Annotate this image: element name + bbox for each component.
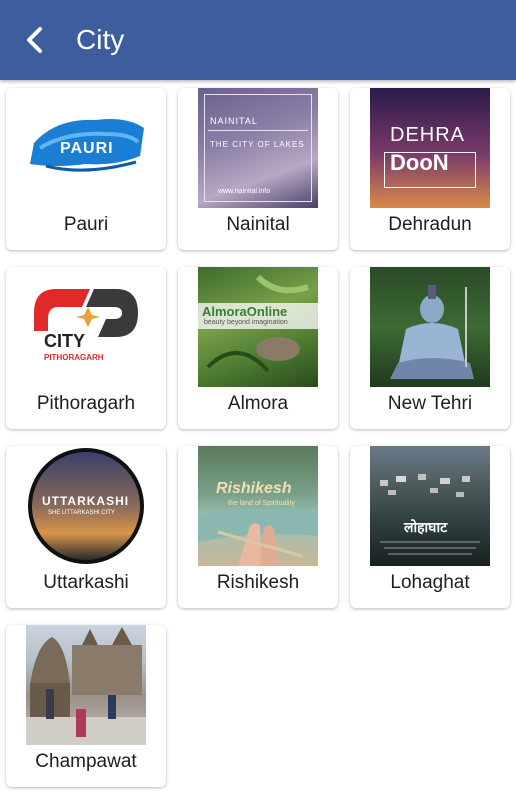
- thumb-caption: NAINITAL: [210, 116, 258, 126]
- back-button[interactable]: [18, 22, 54, 58]
- city-thumbnail: [370, 267, 490, 387]
- city-card-uttarkashi[interactable]: UTTARKASHI SHE UTTARKASHI CITY Uttarkash…: [6, 446, 166, 608]
- city-thumbnail: CITY PITHORAGARH: [26, 267, 146, 387]
- app-bar: City: [0, 0, 516, 80]
- thumb-caption: Rishikesh: [216, 480, 292, 497]
- thumb-caption: UTTARKASHI: [42, 494, 130, 508]
- city-label: Dehradun: [388, 214, 472, 235]
- thumb-caption: beauty beyond imagination: [204, 319, 288, 326]
- city-label: Nainital: [226, 214, 290, 235]
- city-card-lohaghat[interactable]: लोहाघाट Lohaghat: [350, 446, 510, 608]
- city-label: New Tehri: [387, 393, 473, 414]
- city-label: Uttarkashi: [43, 572, 129, 593]
- thumb-caption: AlmoraOnline: [202, 304, 288, 319]
- thumb-caption: the land of Spirituality: [228, 500, 295, 507]
- thumb-caption: SHE UTTARKASHI CITY: [48, 510, 115, 516]
- thumb-caption: DooN: [390, 150, 449, 175]
- city-thumbnail: UTTARKASHI SHE UTTARKASHI CITY: [26, 446, 146, 566]
- city-label: Champawat: [35, 751, 137, 772]
- thumb-caption: DEHRA: [390, 124, 466, 146]
- page-title: City: [76, 24, 125, 55]
- city-card-nainital[interactable]: NAINITAL THE CITY OF LAKES www.nainital.…: [178, 88, 338, 250]
- city-thumbnail: लोहाघाट: [370, 446, 490, 566]
- city-label: Pithoragarh: [36, 393, 136, 414]
- city-label: Rishikesh: [216, 572, 300, 593]
- city-thumbnail: DEHRA DooN: [370, 88, 490, 208]
- city-card-pithoragarh[interactable]: CITY PITHORAGARH Pithoragarh: [6, 267, 166, 429]
- city-label: Almora: [227, 393, 289, 414]
- city-thumbnail: [26, 625, 146, 745]
- city-card-rishikesh[interactable]: Rishikesh the land of Spirituality Rishi…: [178, 446, 338, 608]
- thumb-caption: THE CITY OF LAKES: [210, 140, 305, 149]
- thumb-caption: लोहाघाट: [404, 520, 448, 536]
- chevron-left-icon: [27, 27, 42, 53]
- thumb-caption: www.nainital.info: [218, 188, 271, 195]
- city-thumbnail: Rishikesh the land of Spirituality: [198, 446, 318, 566]
- thumb-caption: CITY: [44, 331, 86, 351]
- city-card-pauri[interactable]: PAURI Pauri: [6, 88, 166, 250]
- city-label: Lohaghat: [390, 572, 470, 593]
- city-label: Pauri: [63, 214, 109, 235]
- city-card-champawat[interactable]: Champawat: [6, 625, 166, 787]
- city-thumbnail: AlmoraOnline beauty beyond imagination: [198, 267, 318, 387]
- thumb-caption: PITHORAGARH: [44, 353, 104, 362]
- city-thumbnail: PAURI: [26, 88, 146, 208]
- city-card-almora[interactable]: AlmoraOnline beauty beyond imagination A…: [178, 267, 338, 429]
- thumb-caption: PAURI: [60, 140, 114, 157]
- city-card-dehradun[interactable]: DEHRA DooN Dehradun: [350, 88, 510, 250]
- city-card-new-tehri[interactable]: New Tehri: [350, 267, 510, 429]
- city-thumbnail: NAINITAL THE CITY OF LAKES www.nainital.…: [198, 88, 318, 208]
